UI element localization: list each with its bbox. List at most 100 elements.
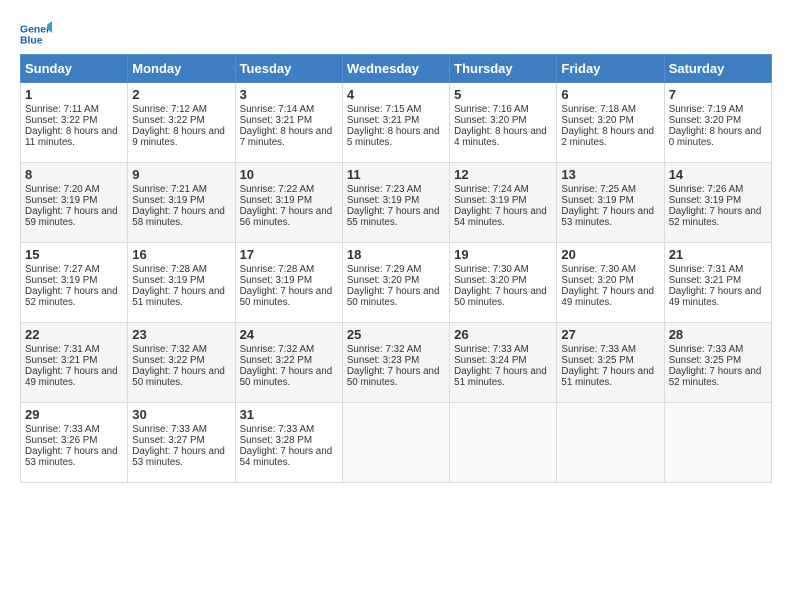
sunset: Sunset: 3:20 PM [561, 115, 633, 126]
sunrise: Sunrise: 7:15 AM [347, 104, 422, 115]
day-number: 23 [132, 327, 230, 342]
day-number: 19 [454, 247, 552, 262]
calendar-cell: 31 Sunrise: 7:33 AMSunset: 3:28 PMDayligh… [235, 403, 342, 483]
calendar-cell: 21Sunrise: 7:31 AMSunset: 3:21 PMDayligh… [664, 243, 771, 323]
calendar-cell [557, 403, 664, 483]
daylight: Daylight: 7 hours and 50 minutes. [347, 366, 440, 388]
sunrise: Sunrise: 7:28 AM [132, 264, 207, 275]
daylight: Daylight: 7 hours and 50 minutes. [454, 286, 547, 308]
daylight: Daylight: 7 hours and 52 minutes. [669, 206, 762, 228]
day-number: 24 [240, 327, 338, 342]
sunset: Sunset: 3:26 PM [25, 435, 97, 446]
day-header-thursday: Thursday [450, 55, 557, 83]
header: General Blue [20, 18, 772, 50]
day-number: 27 [561, 327, 659, 342]
day-number: 10 [240, 167, 338, 182]
sunrise: Sunrise: 7:33 AM [25, 424, 100, 435]
sunset: Sunset: 3:21 PM [25, 355, 97, 366]
calendar-body: 1 Sunrise: 7:11 AMSunset: 3:22 PM Daylight… [21, 83, 772, 483]
day-header-sunday: Sunday [21, 55, 128, 83]
calendar-cell: 14Sunrise: 7:26 AMSunset: 3:19 PMDayligh… [664, 163, 771, 243]
week-row-2: 8Sunrise: 7:20 AMSunset: 3:19 PMDaylight… [21, 163, 772, 243]
svg-text:Blue: Blue [20, 36, 43, 47]
sunset: Sunset: 3:19 PM [25, 275, 97, 286]
sunset: Sunset: 3:22 PM [25, 115, 97, 126]
sunset: Sunset: 3:19 PM [240, 195, 312, 206]
daylight: Daylight: 7 hours and 53 minutes. [561, 206, 654, 228]
daylight: Daylight: 7 hours and 59 minutes. [25, 206, 118, 228]
sunset: Sunset: 3:23 PM [347, 355, 419, 366]
daylight: Daylight: 7 hours and 49 minutes. [669, 286, 762, 308]
sunrise: Sunrise: 7:26 AM [669, 184, 744, 195]
logo-icon: General Blue [20, 18, 52, 50]
sunset: Sunset: 3:20 PM [454, 115, 526, 126]
day-number: 18 [347, 247, 445, 262]
sunrise: Sunrise: 7:33 AM [132, 424, 207, 435]
sunrise: Sunrise: 7:33 AM [240, 424, 315, 435]
day-number: 4 [347, 87, 445, 102]
day-header-tuesday: Tuesday [235, 55, 342, 83]
sunset: Sunset: 3:20 PM [347, 275, 419, 286]
sunrise: Sunrise: 7:32 AM [240, 344, 315, 355]
day-number: 2 [132, 87, 230, 102]
calendar-cell: 12Sunrise: 7:24 AMSunset: 3:19 PMDayligh… [450, 163, 557, 243]
day-number: 6 [561, 87, 659, 102]
calendar-cell: 10Sunrise: 7:22 AMSunset: 3:19 PMDayligh… [235, 163, 342, 243]
day-number: 1 [25, 87, 123, 102]
week-row-1: 1 Sunrise: 7:11 AMSunset: 3:22 PM Daylight… [21, 83, 772, 163]
sunrise: Sunrise: 7:33 AM [561, 344, 636, 355]
daylight: Daylight: 7 hours and 53 minutes. [25, 446, 118, 468]
sunset: Sunset: 3:21 PM [669, 275, 741, 286]
sunrise: Sunrise: 7:25 AM [561, 184, 636, 195]
sunrise: Sunrise: 7:12 AM [132, 104, 207, 115]
day-number: 31 [240, 407, 338, 422]
calendar-cell: 4Sunrise: 7:15 AMSunset: 3:21 PMDaylight… [342, 83, 449, 163]
sunset: Sunset: 3:19 PM [132, 275, 204, 286]
calendar-cell: 29 Sunrise: 7:33 AMSunset: 3:26 PMDayligh… [21, 403, 128, 483]
daylight: Daylight: 7 hours and 55 minutes. [347, 206, 440, 228]
sunrise: Sunrise: 7:29 AM [347, 264, 422, 275]
day-number: 21 [669, 247, 767, 262]
day-number: 3 [240, 87, 338, 102]
sunrise: Sunrise: 7:27 AM [25, 264, 100, 275]
day-number: 29 [25, 407, 123, 422]
calendar-cell: 2Sunrise: 7:12 AMSunset: 3:22 PMDaylight… [128, 83, 235, 163]
sunrise: Sunrise: 7:22 AM [240, 184, 315, 195]
sunrise: Sunrise: 7:24 AM [454, 184, 529, 195]
calendar-cell [450, 403, 557, 483]
calendar-cell: 1Sunrise: 7:11 AMSunset: 3:22 PMDaylight… [21, 83, 128, 163]
daylight: Daylight: 8 hours and 5 minutes. [347, 126, 440, 148]
sunset: Sunset: 3:28 PM [240, 435, 312, 446]
day-number: 5 [454, 87, 552, 102]
sunrise: Sunrise: 7:30 AM [561, 264, 636, 275]
day-header-monday: Monday [128, 55, 235, 83]
sunrise: Sunrise: 7:14 AM [240, 104, 315, 115]
day-header-friday: Friday [557, 55, 664, 83]
calendar-cell: 19Sunrise: 7:30 AMSunset: 3:20 PMDayligh… [450, 243, 557, 323]
sunset: Sunset: 3:19 PM [25, 195, 97, 206]
sunset: Sunset: 3:19 PM [347, 195, 419, 206]
sunrise: Sunrise: 7:32 AM [347, 344, 422, 355]
day-number: 15 [25, 247, 123, 262]
sunrise: Sunrise: 7:23 AM [347, 184, 422, 195]
daylight: Daylight: 7 hours and 58 minutes. [132, 206, 225, 228]
daylight: Daylight: 7 hours and 51 minutes. [454, 366, 547, 388]
calendar-header-row: SundayMondayTuesdayWednesdayThursdayFrid… [21, 55, 772, 83]
day-header-saturday: Saturday [664, 55, 771, 83]
sunrise: Sunrise: 7:18 AM [561, 104, 636, 115]
sunset: Sunset: 3:19 PM [561, 195, 633, 206]
daylight: Daylight: 7 hours and 49 minutes. [561, 286, 654, 308]
logo: General Blue [20, 18, 52, 50]
sunrise: Sunrise: 7:31 AM [25, 344, 100, 355]
day-number: 30 [132, 407, 230, 422]
sunrise: Sunrise: 7:33 AM [454, 344, 529, 355]
calendar-cell [664, 403, 771, 483]
sunrise: Sunrise: 7:11 AM [25, 104, 99, 115]
sunrise: Sunrise: 7:19 AM [669, 104, 744, 115]
daylight: Daylight: 7 hours and 53 minutes. [132, 446, 225, 468]
sunrise: Sunrise: 7:16 AM [454, 104, 529, 115]
calendar-cell: 24Sunrise: 7:32 AMSunset: 3:22 PMDayligh… [235, 323, 342, 403]
calendar-cell: 5Sunrise: 7:16 AMSunset: 3:20 PMDaylight… [450, 83, 557, 163]
sunrise: Sunrise: 7:21 AM [132, 184, 207, 195]
daylight: Daylight: 7 hours and 54 minutes. [240, 446, 333, 468]
